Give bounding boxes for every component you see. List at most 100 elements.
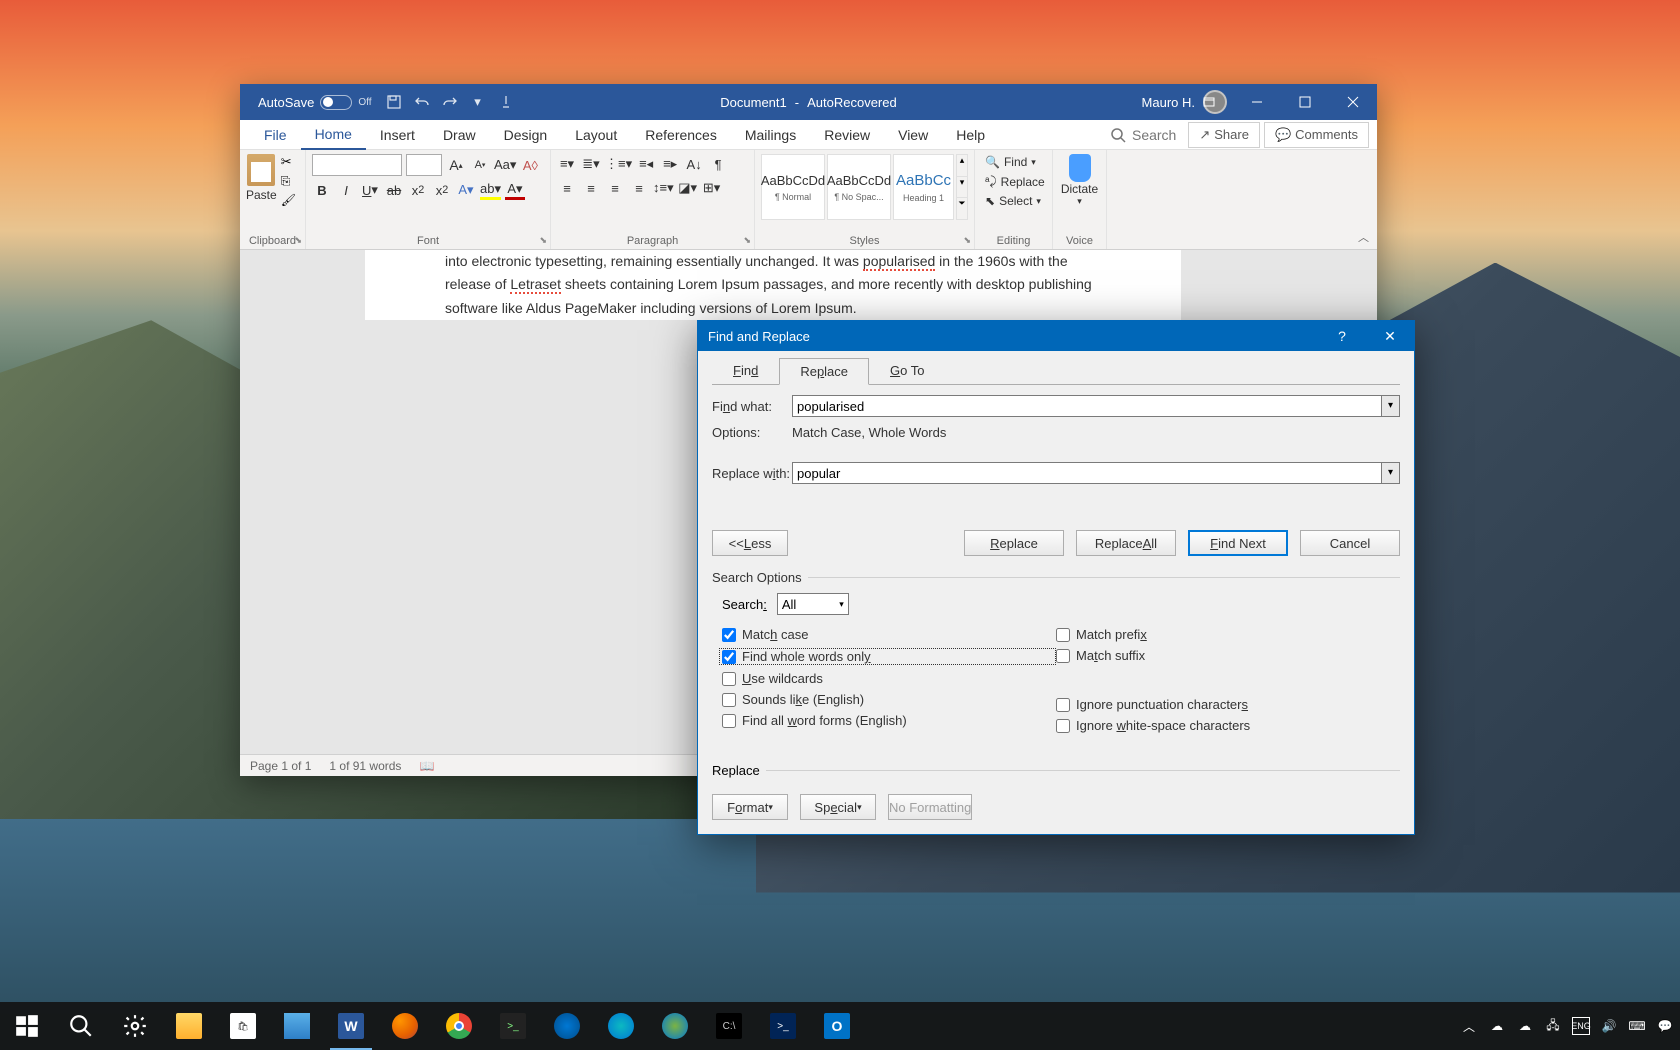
align-right-icon[interactable]: ≡ bbox=[605, 178, 625, 198]
tab-review[interactable]: Review bbox=[810, 120, 884, 150]
shading-icon[interactable]: ◪▾ bbox=[678, 178, 698, 198]
save-icon[interactable] bbox=[386, 94, 402, 110]
clipboard-dialog-launcher[interactable]: ⬊ bbox=[294, 235, 302, 246]
font-dialog-launcher[interactable]: ⬊ bbox=[539, 235, 547, 246]
show-marks-icon[interactable]: ¶ bbox=[708, 154, 728, 174]
font-size-input[interactable] bbox=[406, 154, 442, 176]
word-forms-checkbox[interactable]: Find all word forms (English) bbox=[722, 713, 1056, 728]
page[interactable]: into electronic typesetting, remaining e… bbox=[365, 250, 1181, 320]
style-normal[interactable]: AaBbCcDd ¶ Normal bbox=[761, 154, 825, 220]
less-button[interactable]: << Less bbox=[712, 530, 788, 556]
touch-mode-icon[interactable] bbox=[498, 94, 514, 110]
tray-chevron-icon[interactable]: ︿ bbox=[1460, 1017, 1478, 1035]
paragraph-dialog-launcher[interactable]: ⬊ bbox=[743, 235, 751, 246]
format-painter-icon[interactable]: 🖌 bbox=[281, 193, 296, 207]
cancel-button[interactable]: Cancel bbox=[1300, 530, 1400, 556]
replace-button[interactable]: ᵃ⤸Replace bbox=[981, 173, 1046, 190]
chrome-button[interactable] bbox=[432, 1002, 486, 1050]
maximize-button[interactable] bbox=[1281, 84, 1329, 120]
help-button[interactable]: ? bbox=[1318, 321, 1366, 351]
strikethrough-icon[interactable]: ab bbox=[384, 180, 404, 200]
multilevel-icon[interactable]: ⋮≡▾ bbox=[605, 154, 632, 174]
cmd-button[interactable]: C:\ bbox=[702, 1002, 756, 1050]
bold-icon[interactable]: B bbox=[312, 180, 332, 200]
autosave-toggle[interactable]: AutoSave Off bbox=[258, 95, 372, 110]
start-button[interactable] bbox=[0, 1002, 54, 1050]
tab-find-dialog[interactable]: Find bbox=[712, 357, 779, 384]
find-next-button[interactable]: Find Next bbox=[1188, 530, 1288, 556]
tab-insert[interactable]: Insert bbox=[366, 120, 429, 150]
keyboard-icon[interactable]: ⌨ bbox=[1628, 1017, 1646, 1035]
tab-draw[interactable]: Draw bbox=[429, 120, 490, 150]
undo-icon[interactable] bbox=[414, 94, 430, 110]
tab-references[interactable]: References bbox=[631, 120, 731, 150]
find-what-input[interactable] bbox=[792, 395, 1382, 417]
action-center-icon[interactable]: 💬 bbox=[1656, 1017, 1674, 1035]
whole-words-checkbox[interactable]: Find whole words only bbox=[719, 648, 1056, 665]
line-spacing-icon[interactable]: ↕≡▾ bbox=[653, 178, 674, 198]
close-button[interactable] bbox=[1329, 84, 1377, 120]
network-icon[interactable]: 🖧 bbox=[1544, 1017, 1562, 1035]
spelling-icon[interactable]: 📖 bbox=[419, 759, 434, 773]
copy-icon[interactable]: ⎘ bbox=[281, 174, 296, 189]
styles-dialog-launcher[interactable]: ⬊ bbox=[963, 235, 971, 246]
justify-icon[interactable]: ≡ bbox=[629, 178, 649, 198]
style-heading1[interactable]: AaBbCc Heading 1 bbox=[893, 154, 954, 220]
align-left-icon[interactable]: ≡ bbox=[557, 178, 577, 198]
cut-icon[interactable]: ✂ bbox=[281, 154, 296, 170]
settings-taskbar-button[interactable] bbox=[108, 1002, 162, 1050]
volume-icon[interactable]: 🔊 bbox=[1600, 1017, 1618, 1035]
edge-dev-button[interactable] bbox=[648, 1002, 702, 1050]
paste-button[interactable]: Paste bbox=[246, 154, 277, 207]
dialog-close-button[interactable]: ✕ bbox=[1366, 321, 1414, 351]
search-box[interactable]: Search bbox=[1102, 127, 1184, 143]
page-count[interactable]: Page 1 of 1 bbox=[250, 759, 311, 773]
text-effects-icon[interactable]: A▾ bbox=[456, 180, 476, 200]
photos-button[interactable] bbox=[270, 1002, 324, 1050]
styles-more-icon[interactable]: ⏷ bbox=[957, 197, 967, 219]
match-suffix-checkbox[interactable]: Match suffix bbox=[1056, 648, 1390, 663]
replace-button-dialog[interactable]: Replace bbox=[964, 530, 1064, 556]
ignore-punctuation-checkbox[interactable]: Ignore punctuation characters bbox=[1056, 697, 1390, 712]
sounds-like-checkbox[interactable]: Sounds like (English) bbox=[722, 692, 1056, 707]
title-bar[interactable]: AutoSave Off ▾ Document1 - AutoRecovered… bbox=[240, 84, 1377, 120]
tab-layout[interactable]: Layout bbox=[561, 120, 631, 150]
dialog-title-bar[interactable]: Find and Replace ? ✕ bbox=[698, 321, 1414, 351]
clear-formatting-icon[interactable]: A◊ bbox=[520, 155, 540, 175]
underline-icon[interactable]: U▾ bbox=[360, 180, 380, 200]
tab-design[interactable]: Design bbox=[490, 120, 562, 150]
terminal-button[interactable]: >_ bbox=[486, 1002, 540, 1050]
ignore-whitespace-checkbox[interactable]: Ignore white-space characters bbox=[1056, 718, 1390, 733]
find-button[interactable]: 🔍Find▾ bbox=[981, 154, 1046, 170]
font-color-icon[interactable]: A▾ bbox=[505, 180, 525, 200]
search-direction-dropdown[interactable]: All ▾ bbox=[777, 593, 849, 615]
minimize-button[interactable] bbox=[1233, 84, 1281, 120]
italic-icon[interactable]: I bbox=[336, 180, 356, 200]
firefox-button[interactable] bbox=[378, 1002, 432, 1050]
align-center-icon[interactable]: ≡ bbox=[581, 178, 601, 198]
word-count[interactable]: 1 of 91 words bbox=[329, 759, 401, 773]
numbering-icon[interactable]: ≣▾ bbox=[581, 154, 601, 174]
wildcards-checkbox[interactable]: Use wildcards bbox=[722, 671, 1056, 686]
font-name-input[interactable] bbox=[312, 154, 402, 176]
onedrive-icon-2[interactable]: ☁ bbox=[1516, 1017, 1534, 1035]
toggle-icon[interactable] bbox=[320, 95, 352, 110]
increase-indent-icon[interactable]: ≡▸ bbox=[660, 154, 680, 174]
ribbon-display-button[interactable] bbox=[1185, 84, 1233, 120]
replace-dropdown-icon[interactable]: ▾ bbox=[1382, 462, 1400, 484]
dictate-button[interactable]: Dictate ▾ bbox=[1059, 154, 1100, 207]
change-case-icon[interactable]: Aa▾ bbox=[494, 155, 516, 175]
language-icon[interactable]: ENG bbox=[1572, 1017, 1590, 1035]
word-taskbar-button[interactable]: W bbox=[324, 1002, 378, 1050]
outlook-button[interactable]: O bbox=[810, 1002, 864, 1050]
style-nospacing[interactable]: AaBbCcDd ¶ No Spac... bbox=[827, 154, 891, 220]
store-button[interactable]: 🛍 bbox=[216, 1002, 270, 1050]
paragraph-text[interactable]: into electronic typesetting, remaining e… bbox=[445, 250, 1101, 320]
bullets-icon[interactable]: ≡▾ bbox=[557, 154, 577, 174]
find-dropdown-icon[interactable]: ▾ bbox=[1382, 395, 1400, 417]
tab-view[interactable]: View bbox=[884, 120, 942, 150]
format-button[interactable]: Format ▾ bbox=[712, 794, 788, 820]
special-button[interactable]: Special ▾ bbox=[800, 794, 876, 820]
tab-help[interactable]: Help bbox=[942, 120, 999, 150]
shrink-font-icon[interactable]: A▾ bbox=[470, 155, 490, 175]
